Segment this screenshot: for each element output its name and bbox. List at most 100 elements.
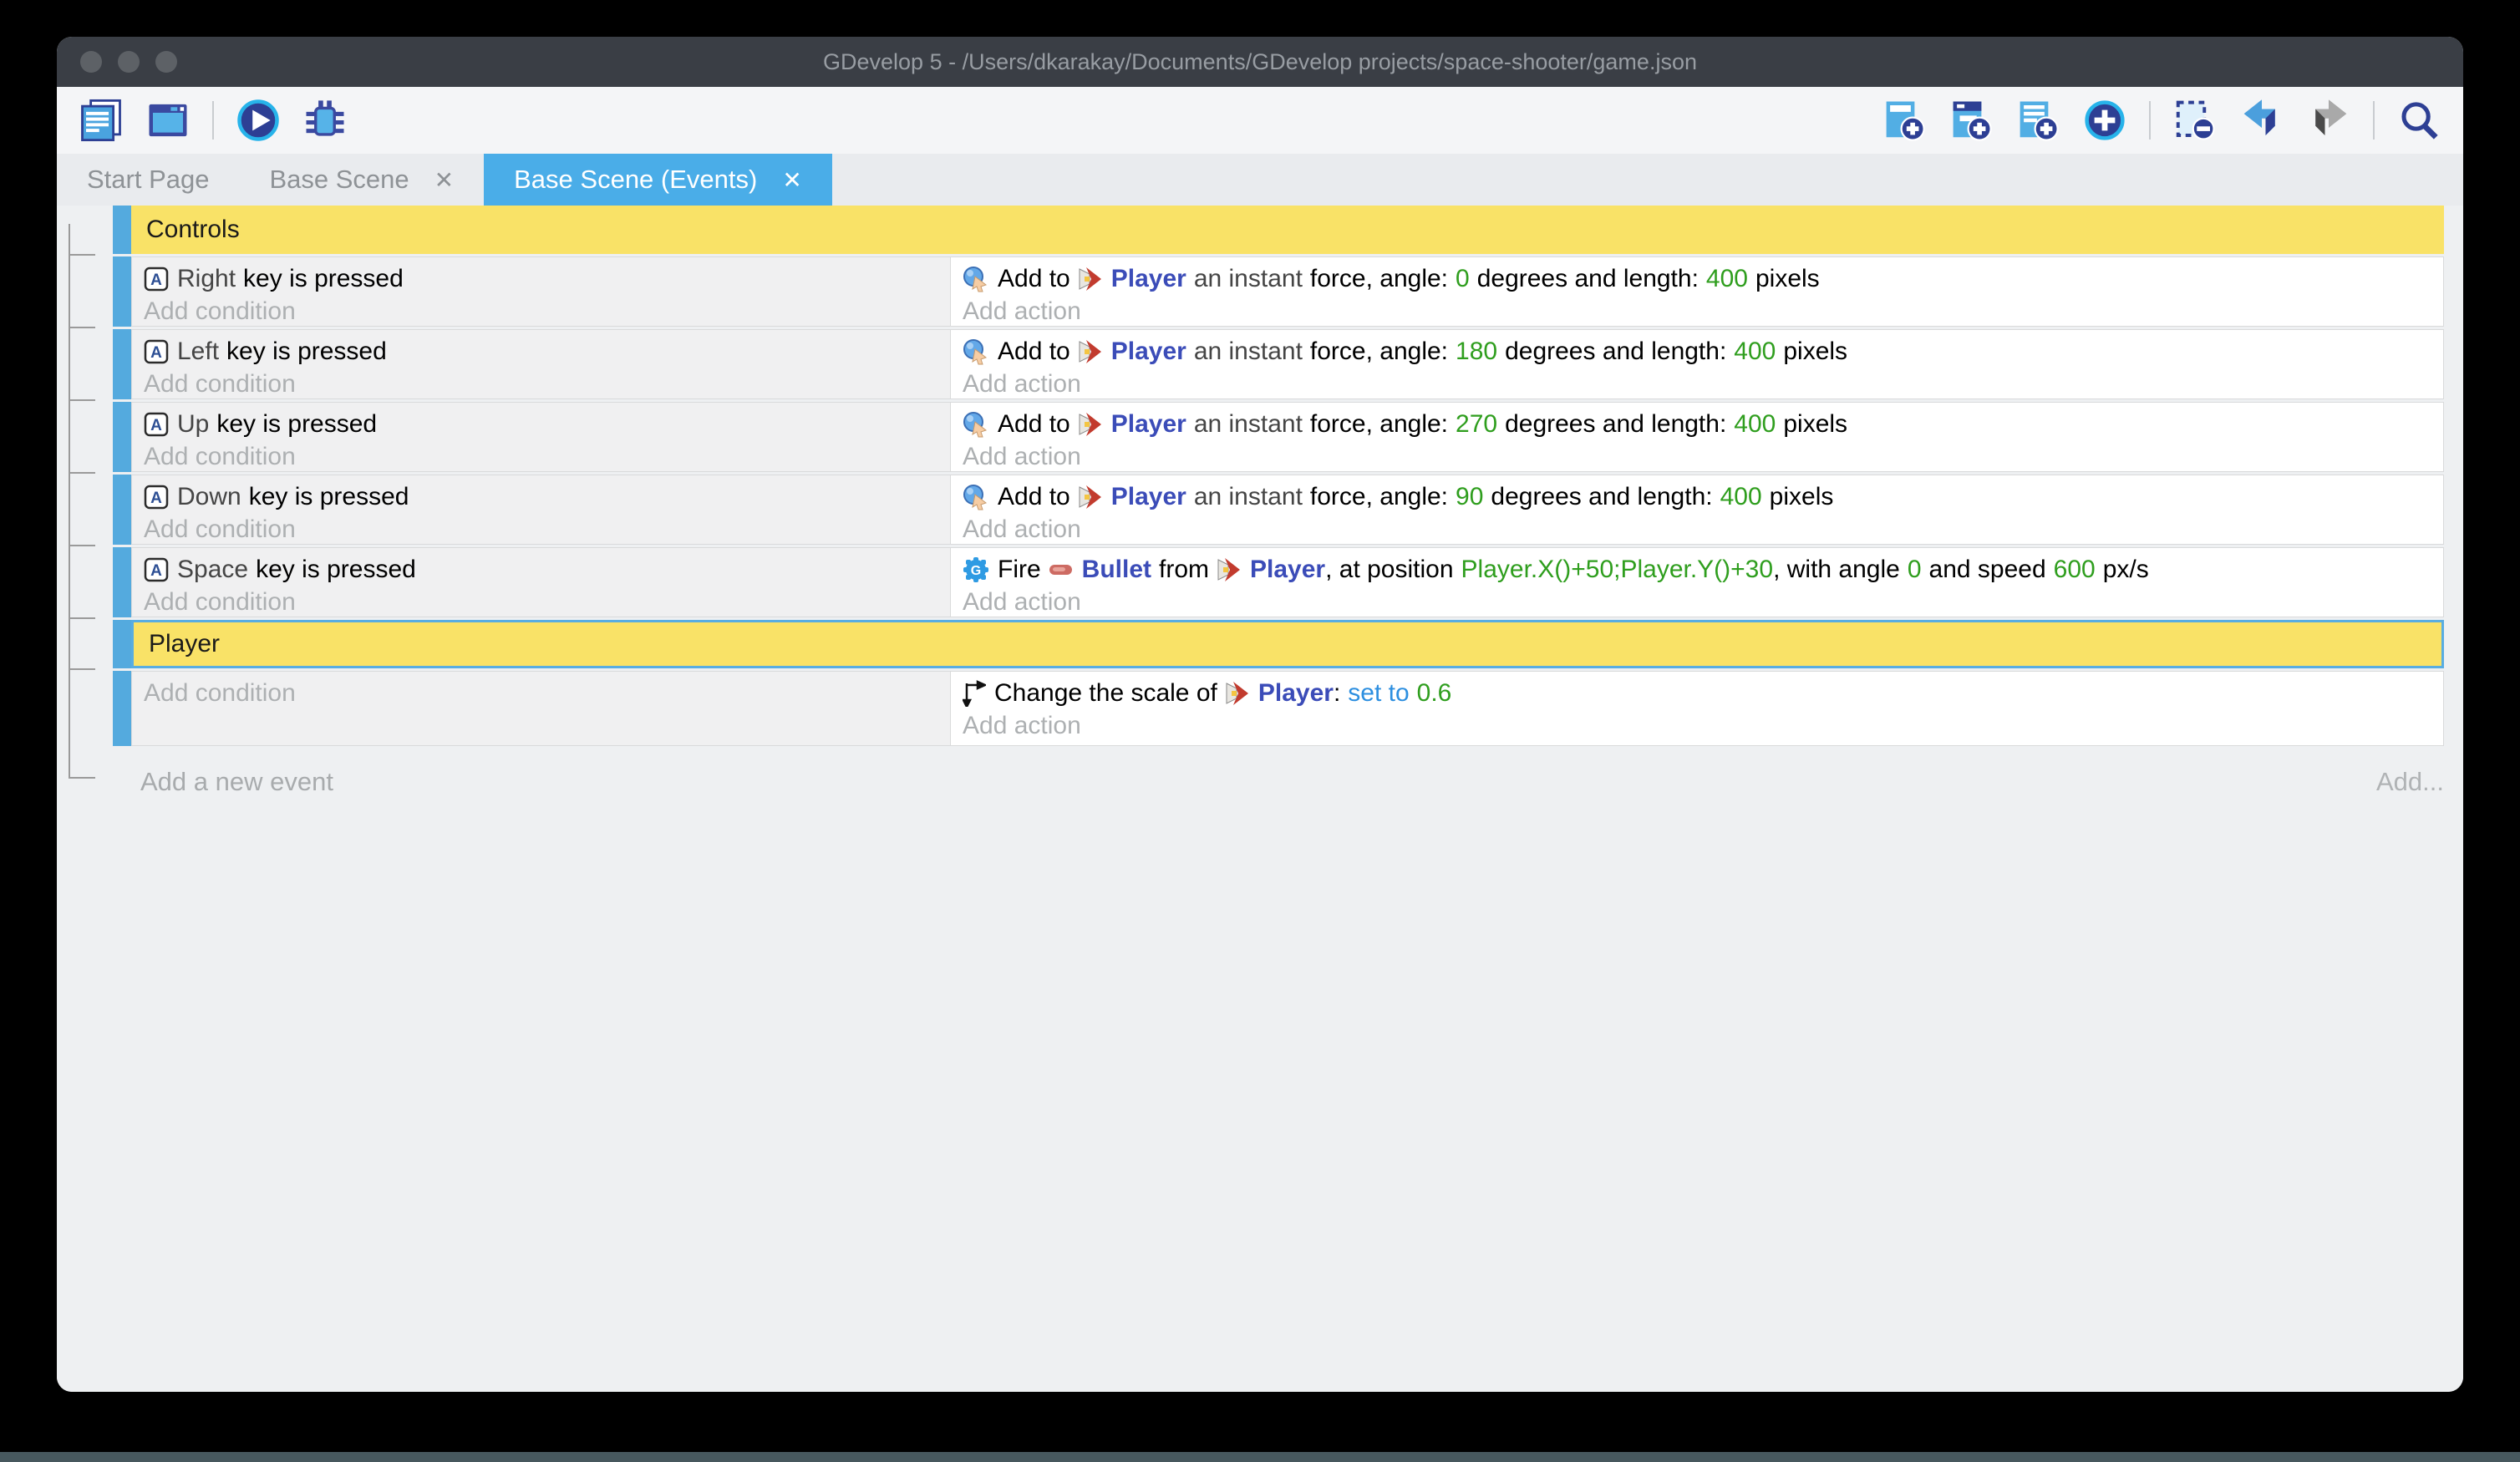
keyboard-key-icon: A	[144, 339, 169, 364]
tree-tick	[69, 472, 95, 474]
action-label: , at position	[1325, 556, 1453, 584]
action-label: an instant	[1194, 338, 1303, 366]
event-group-player[interactable]: Player	[113, 620, 2444, 668]
tab-label: Start Page	[87, 165, 209, 195]
search-icon[interactable]	[2396, 98, 2441, 143]
drag-handle[interactable]	[113, 256, 131, 327]
value-angle: 270	[1456, 410, 1497, 439]
undo-icon[interactable]	[2239, 98, 2284, 143]
add-action-button[interactable]: Add action	[963, 587, 2443, 617]
add-action-button[interactable]: Add action	[963, 711, 2443, 741]
add-event-icon[interactable]	[1882, 98, 1927, 143]
svg-text:A: A	[150, 490, 162, 507]
svg-text:A: A	[150, 562, 162, 580]
drag-handle[interactable]	[113, 547, 131, 617]
action-label: Add to	[998, 483, 1070, 511]
event-row: Add condition Change the scale of Player…	[113, 671, 2444, 746]
condition-text[interactable]: A Up key is pressed	[144, 407, 950, 442]
group-title[interactable]: Player	[131, 620, 2444, 668]
tab-base-scene[interactable]: Base Scene ✕	[239, 154, 484, 206]
player-sprite-icon	[1078, 266, 1103, 292]
redo-icon[interactable]	[2306, 98, 2351, 143]
condition-text[interactable]: A Left key is pressed	[144, 334, 950, 369]
action-label: degrees and length:	[1505, 410, 1726, 439]
add-action-button[interactable]: Add action	[963, 515, 2443, 544]
action-label: Change the scale of	[994, 679, 1217, 708]
tab-label: Base Scene	[269, 165, 409, 195]
action-label: force, angle:	[1310, 483, 1448, 511]
drag-handle[interactable]	[113, 206, 131, 254]
main-toolbar	[57, 87, 2463, 154]
action-label: from	[1159, 556, 1209, 584]
condition-param: Space	[177, 556, 248, 584]
group-title[interactable]: Controls	[131, 206, 2444, 254]
condition-label: key is pressed	[216, 410, 377, 439]
add-condition-button[interactable]: Add condition	[144, 515, 950, 545]
tree-line	[69, 224, 70, 777]
force-icon	[963, 411, 989, 438]
action-text[interactable]: Change the scale of Player : set to 0.6	[963, 676, 2443, 711]
add-more-button[interactable]: Add...	[2376, 767, 2444, 797]
bullet-sprite-icon	[1049, 562, 1074, 577]
debug-icon[interactable]	[302, 98, 348, 143]
play-preview-icon[interactable]	[236, 98, 281, 143]
close-tab-icon[interactable]: ✕	[782, 166, 801, 194]
tab-base-scene-events[interactable]: Base Scene (Events) ✕	[484, 154, 832, 206]
player-sprite-icon	[1078, 411, 1103, 438]
condition-label: key is pressed	[249, 483, 409, 511]
drag-handle[interactable]	[113, 671, 131, 746]
tab-start-page[interactable]: Start Page	[57, 154, 239, 206]
add-condition-button[interactable]: Add condition	[144, 297, 950, 327]
scale-icon	[963, 680, 986, 707]
add-action-button[interactable]: Add action	[963, 297, 2443, 326]
condition-text[interactable]: A Space key is pressed	[144, 552, 950, 587]
add-action-button[interactable]: Add action	[963, 442, 2443, 471]
project-manager-icon[interactable]	[79, 98, 124, 143]
condition-label: key is pressed	[256, 556, 416, 584]
action-text[interactable]: G Fire Bullet from Player , at position …	[963, 552, 2443, 587]
action-text[interactable]: Add to Player an instant force, angle: 0…	[963, 261, 2443, 297]
add-action-button[interactable]: Add action	[963, 369, 2443, 398]
condition-text[interactable]: A Right key is pressed	[144, 261, 950, 297]
add-condition-button[interactable]: Add condition	[144, 587, 950, 617]
conditions-cell: A Space key is pressed Add condition	[132, 548, 951, 617]
add-new-event-button[interactable]: Add a new event	[140, 767, 333, 797]
value-length: 400	[1734, 338, 1776, 366]
actions-cell: Add to Player an instant force, angle: 0…	[951, 257, 2443, 326]
action-text[interactable]: Add to Player an instant force, angle: 9…	[963, 480, 2443, 515]
drag-handle[interactable]	[113, 329, 131, 399]
actions-cell: Change the scale of Player : set to 0.6 …	[951, 672, 2443, 745]
drag-handle[interactable]	[113, 475, 131, 545]
drag-handle[interactable]	[113, 620, 131, 668]
scene-editor-icon[interactable]	[145, 98, 191, 143]
add-subevent-icon[interactable]	[1948, 98, 1994, 143]
actions-cell: Add to Player an instant force, angle: 1…	[951, 330, 2443, 398]
add-condition-button[interactable]: Add condition	[144, 369, 950, 399]
add-condition-button[interactable]: Add condition	[144, 442, 950, 472]
action-text[interactable]: Add to Player an instant force, angle: 2…	[963, 407, 2443, 442]
add-comment-icon[interactable]	[2015, 98, 2060, 143]
object-name: Player	[1111, 410, 1186, 439]
event-group-controls[interactable]: Controls	[113, 206, 2444, 254]
event-row: A Down key is pressed Add condition Add …	[113, 475, 2444, 545]
value-length: 400	[1734, 410, 1776, 439]
keyboard-key-icon: A	[144, 412, 169, 437]
object-name: Player	[1111, 265, 1186, 293]
drag-handle[interactable]	[113, 402, 131, 472]
close-tab-icon[interactable]: ✕	[434, 166, 454, 194]
tree-tick	[69, 668, 95, 670]
condition-text[interactable]: A Down key is pressed	[144, 480, 950, 515]
actions-cell: Add to Player an instant force, angle: 9…	[951, 475, 2443, 544]
force-icon	[963, 338, 989, 365]
add-condition-button[interactable]: Add condition	[144, 676, 950, 711]
events-sheet: Controls A Right key is pressed Add cond…	[57, 206, 2463, 1392]
action-label: and speed	[1929, 556, 2046, 584]
delete-selection-icon[interactable]	[2172, 98, 2218, 143]
add-other-event-icon[interactable]	[2082, 98, 2127, 143]
value-length: 400	[1720, 483, 1762, 511]
player-sprite-icon	[1217, 556, 1242, 583]
svg-text:G: G	[971, 564, 981, 578]
title-bar: GDevelop 5 - /Users/dkarakay/Documents/G…	[57, 37, 2463, 87]
action-label: Add to	[998, 338, 1070, 366]
action-text[interactable]: Add to Player an instant force, angle: 1…	[963, 334, 2443, 369]
